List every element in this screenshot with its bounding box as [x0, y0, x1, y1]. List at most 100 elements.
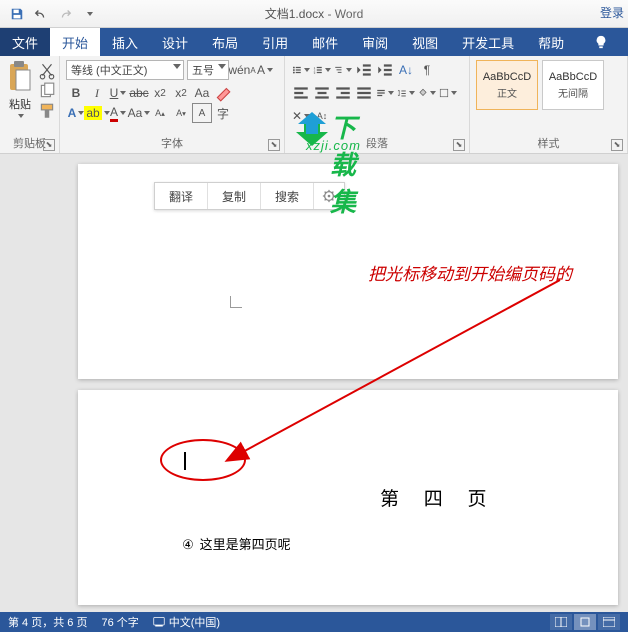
view-print-icon[interactable]: [574, 614, 596, 630]
show-marks-icon[interactable]: ¶: [417, 60, 437, 80]
view-buttons: [550, 614, 620, 630]
style-nospacing[interactable]: AaBbCcD 无间隔: [542, 60, 604, 110]
multilevel-icon[interactable]: [333, 60, 353, 80]
change-case-icon[interactable]: Aa: [192, 83, 212, 103]
font-name-combo[interactable]: 等线 (中文正文): [66, 60, 184, 80]
decrease-indent-icon[interactable]: [354, 60, 374, 80]
group-clipboard: 粘贴 剪贴板⬊: [0, 56, 60, 153]
format-painter-icon[interactable]: [38, 102, 56, 118]
font-dialog-icon[interactable]: ⬊: [268, 139, 280, 151]
underline-button[interactable]: U: [108, 83, 128, 103]
login-button[interactable]: 登录: [600, 4, 624, 21]
undo-icon[interactable]: [30, 3, 52, 25]
title-bar: 文档1.docx - Word 登录: [0, 0, 628, 28]
mini-toolbar: 翻译 复制 搜索: [154, 182, 345, 210]
styles-label: 样式: [538, 138, 560, 150]
enclose-char-icon[interactable]: A: [192, 103, 212, 123]
bold-button[interactable]: B: [66, 83, 86, 103]
tab-mail[interactable]: 邮件: [300, 28, 350, 56]
shading-icon[interactable]: [417, 83, 437, 103]
shrink-font-icon[interactable]: A: [255, 60, 275, 80]
app-name: Word: [335, 7, 363, 21]
text-direction-icon[interactable]: A↕: [312, 106, 332, 126]
text-cursor-icon: [184, 452, 186, 470]
status-page[interactable]: 第 4 页，共 6 页: [8, 614, 87, 630]
page-heading: 第 四 页: [380, 484, 497, 511]
annotation-text: 把光标移动到开始编页码的: [368, 260, 572, 285]
paste-button[interactable]: 粘贴: [6, 60, 34, 128]
tab-help[interactable]: 帮助: [526, 28, 576, 56]
highlight-icon[interactable]: ab: [87, 103, 107, 123]
tab-dev[interactable]: 开发工具: [450, 28, 526, 56]
tab-layout[interactable]: 布局: [200, 28, 250, 56]
status-wordcount[interactable]: 76 个字: [101, 614, 138, 630]
lang-icon: [153, 616, 165, 628]
snap-grid-icon[interactable]: ✕: [291, 106, 311, 126]
redo-icon[interactable]: [54, 3, 76, 25]
group-paragraph: 123 A↓ ¶ ✕ A↕ 段落 ⬊: [285, 56, 470, 153]
phonetic-icon[interactable]: Aa: [129, 103, 149, 123]
clipboard-dialog-icon[interactable]: ⬊: [43, 139, 55, 151]
group-styles: AaBbCcD 正文 AaBbCcD 无间隔 样式 ⬊: [470, 56, 628, 153]
text-effects-icon[interactable]: A: [66, 103, 86, 123]
copy-icon[interactable]: [38, 82, 56, 98]
style-normal[interactable]: AaBbCcD 正文: [476, 60, 538, 110]
char-shading-icon[interactable]: A▾: [171, 103, 191, 123]
group-font: 等线 (中文正文) 五号 wénA A B I U abc x2 x2 Aa A…: [60, 56, 285, 153]
font-size-combo[interactable]: 五号: [187, 60, 229, 80]
borders-icon[interactable]: [438, 83, 458, 103]
annotation-ellipse-icon: [160, 439, 246, 481]
clipboard-label: 剪贴板: [13, 138, 46, 150]
document-area[interactable]: 翻译 复制 搜索 把光标移动到开始编页码的 第 四 页 ④ 这里是第四页呢: [0, 154, 628, 612]
align-center-icon[interactable]: [312, 83, 332, 103]
paragraph-label: 段落: [366, 138, 388, 150]
tab-insert[interactable]: 插入: [100, 28, 150, 56]
distribute-icon[interactable]: [375, 83, 395, 103]
svg-text:3: 3: [314, 71, 316, 75]
clear-format-icon[interactable]: [213, 83, 233, 103]
mini-translate[interactable]: 翻译: [155, 183, 208, 209]
window-title: 文档1.docx - Word: [265, 5, 363, 22]
justify-icon[interactable]: [354, 83, 374, 103]
view-read-icon[interactable]: [550, 614, 572, 630]
save-icon[interactable]: [6, 3, 28, 25]
tab-view[interactable]: 视图: [400, 28, 450, 56]
paste-label: 粘贴: [9, 96, 31, 112]
page-4[interactable]: [78, 390, 618, 605]
mini-search[interactable]: 搜索: [261, 183, 314, 209]
align-right-icon[interactable]: [333, 83, 353, 103]
tab-references[interactable]: 引用: [250, 28, 300, 56]
cut-icon[interactable]: [38, 62, 56, 78]
tab-review[interactable]: 审阅: [350, 28, 400, 56]
circle-char-icon[interactable]: 字: [213, 103, 233, 123]
char-border-icon[interactable]: A▴: [150, 103, 170, 123]
font-color-icon[interactable]: A: [108, 103, 128, 123]
numbering-icon[interactable]: 123: [312, 60, 332, 80]
qat-more-icon[interactable]: [78, 3, 100, 25]
tab-design[interactable]: 设计: [150, 28, 200, 56]
ribbon: 粘贴 剪贴板⬊ 等线 (中文正文) 五号 wénA A B I U abc: [0, 56, 628, 154]
status-lang[interactable]: 中文(中国): [153, 614, 220, 630]
font-label: 字体: [161, 138, 183, 150]
styles-dialog-icon[interactable]: ⬊: [611, 139, 623, 151]
tab-file[interactable]: 文件: [0, 28, 50, 56]
strike-button[interactable]: abc: [129, 83, 149, 103]
filename: 文档1.docx: [265, 7, 324, 21]
page-body-text: ④ 这里是第四页呢: [180, 534, 291, 553]
subscript-button[interactable]: x2: [150, 83, 170, 103]
bullets-icon[interactable]: [291, 60, 311, 80]
line-spacing-icon[interactable]: [396, 83, 416, 103]
grow-font-icon[interactable]: wénA: [232, 60, 252, 80]
align-left-icon[interactable]: [291, 83, 311, 103]
mini-copy[interactable]: 复制: [208, 183, 261, 209]
paragraph-dialog-icon[interactable]: ⬊: [453, 139, 465, 151]
superscript-button[interactable]: x2: [171, 83, 191, 103]
tab-home[interactable]: 开始: [50, 28, 100, 56]
mini-settings-icon[interactable]: [314, 183, 344, 209]
sort-icon[interactable]: A↓: [396, 60, 416, 80]
view-web-icon[interactable]: [598, 614, 620, 630]
ribbon-tabs: 文件 开始 插入 设计 布局 引用 邮件 审阅 视图 开发工具 帮助: [0, 28, 628, 56]
tell-me-icon[interactable]: [582, 28, 620, 56]
italic-button[interactable]: I: [87, 83, 107, 103]
increase-indent-icon[interactable]: [375, 60, 395, 80]
